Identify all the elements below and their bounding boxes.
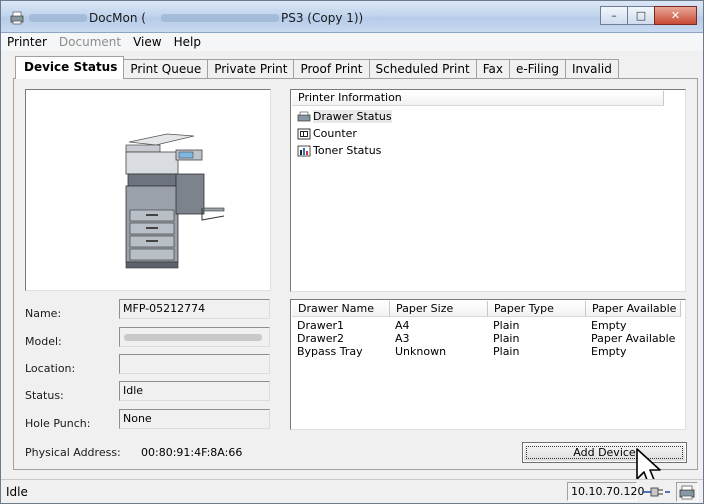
physical-address-value: 00:80:91:4F:8A:66 [141,446,243,459]
tree-item-label: Drawer Status [313,110,392,123]
cell-drawer-name: Drawer1 [297,319,345,332]
cell-paper-size: A3 [395,332,410,345]
tree-item-label: Counter [313,127,357,140]
device-image-panel [25,89,271,291]
cell-drawer-name: Bypass Tray [297,345,363,358]
cell-paper-available: Paper Available [591,332,676,345]
title-redacted-model [161,14,279,22]
status-field[interactable]: Idle [119,381,270,401]
tab-scheduled-print[interactable]: Scheduled Print [368,59,477,79]
menu-bar: Printer Document View Help [1,33,703,51]
title-redacted-prefix [29,14,87,22]
toner-icon [297,145,311,156]
status-bar: Idle 10.10.70.120 [1,479,703,503]
window-title-suffix: PS3 (Copy 1)) [281,11,364,25]
name-label: Name: [25,307,62,320]
model-field[interactable] [119,327,270,347]
menu-help[interactable]: Help [168,33,207,51]
tree-item-toner-status[interactable]: Toner Status [297,143,381,158]
menu-view[interactable]: View [127,33,167,51]
printer-icon [679,485,695,500]
column-header-paper-type[interactable]: Paper Type [488,301,586,317]
location-field[interactable] [119,354,270,374]
counter-icon [297,128,311,139]
cell-drawer-name: Drawer2 [297,332,345,345]
column-header-paper-size[interactable]: Paper Size [390,301,488,317]
title-bar[interactable]: DocMon ( PS3 (Copy 1)) – □ ✕ [1,1,703,33]
column-header-paper-available[interactable]: Paper Available [586,301,681,317]
printer-info-tree[interactable]: Printer Information Drawer Status Counte… [290,89,686,292]
name-field[interactable]: MFP-05212774 [119,299,270,319]
drawer-status-table[interactable]: Drawer Name Paper Size Paper Type Paper … [290,299,686,430]
tree-item-label: Toner Status [313,144,382,157]
status-printer-icon-box [676,482,698,502]
tab-e-filing[interactable]: e-Filing [508,59,566,79]
tab-proof-print[interactable]: Proof Print [293,59,370,79]
cell-paper-type: Plain [493,332,520,345]
close-button[interactable]: ✕ [654,6,697,25]
cell-paper-size: A4 [395,319,410,332]
tree-header[interactable]: Printer Information [292,91,664,106]
location-label: Location: [25,362,76,375]
tab-private-print[interactable]: Private Print [207,59,295,79]
cell-paper-available: Empty [591,345,627,358]
tree-item-drawer-status[interactable]: Drawer Status [297,109,392,124]
cell-paper-type: Plain [493,345,520,358]
tree-item-counter[interactable]: Counter [297,126,357,141]
tab-device-status[interactable]: Device Status [15,56,125,79]
tab-strip: Device Status Print Queue Private Print … [15,56,619,79]
menu-document[interactable]: Document [53,33,127,51]
status-bar-ip: 10.10.70.120 [567,482,644,501]
menu-printer[interactable]: Printer [1,33,53,51]
minimize-button[interactable]: – [600,6,628,25]
connection-plug-icon [642,487,670,497]
tab-invalid[interactable]: Invalid [564,59,619,79]
hole-punch-label: Hole Punch: [25,417,91,430]
hole-punch-field[interactable]: None [119,409,270,429]
status-label: Status: [25,389,64,402]
mfp-device-image [125,133,225,269]
status-bar-text: Idle [6,485,28,499]
tab-print-queue[interactable]: Print Queue [123,59,209,79]
model-redacted [124,334,262,341]
drawer-icon [297,111,311,121]
printer-app-icon [10,11,24,25]
maximize-button[interactable]: □ [627,6,655,25]
column-header-drawer-name[interactable]: Drawer Name [292,301,390,317]
main-window: DocMon ( PS3 (Copy 1)) – □ ✕ Printer Doc… [0,0,704,504]
window-title-app: DocMon ( [89,11,146,25]
cell-paper-available: Empty [591,319,627,332]
tab-fax[interactable]: Fax [475,59,510,79]
physical-address-label: Physical Address: [25,446,121,459]
cell-paper-size: Unknown [395,345,447,358]
cell-paper-type: Plain [493,319,520,332]
model-label: Model: [25,335,62,348]
